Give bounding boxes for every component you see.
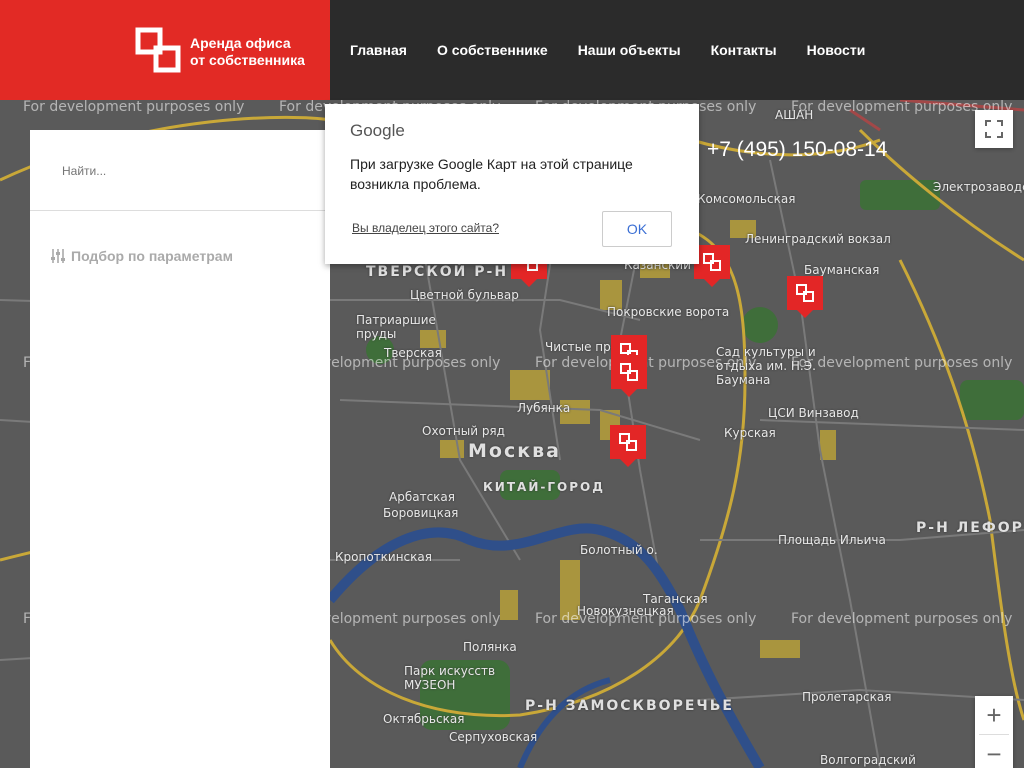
- map-label-station: Курская: [724, 426, 776, 440]
- nav-item-news[interactable]: Новости: [807, 42, 866, 58]
- filter-label: Подбор по параметрам: [71, 248, 233, 264]
- map-label-district: Р-Н ЗАМОСКВОРЕЧЬЕ: [525, 698, 734, 714]
- map-label-district: ТВЕРСКОЙ Р-Н: [366, 264, 509, 280]
- map-label-station: Электрозаводская: [933, 180, 1024, 194]
- map-label-station: Пролетарская: [802, 690, 892, 704]
- map-marker[interactable]: [694, 245, 730, 287]
- fullscreen-button[interactable]: [975, 110, 1013, 148]
- google-logo: Google: [350, 121, 405, 140]
- map-watermark: For development purposes only: [791, 611, 1013, 627]
- fullscreen-icon: [985, 120, 1003, 138]
- brand-line-1: Аренда офиса: [190, 35, 291, 51]
- ok-button[interactable]: OK: [602, 211, 672, 247]
- zoom-control: + −: [975, 696, 1013, 768]
- search-box: [30, 130, 330, 211]
- map-marker[interactable]: [611, 355, 647, 397]
- zoom-out-button[interactable]: −: [975, 735, 1013, 768]
- map-label-city: Москва: [468, 440, 561, 462]
- map-label-station: Кропоткинская: [335, 550, 432, 564]
- map-label-station: Покровские ворота: [607, 305, 730, 319]
- map-label-station: Бауманская: [804, 263, 880, 277]
- zoom-in-button[interactable]: +: [975, 696, 1013, 734]
- nav-item-owner[interactable]: О собственнике: [437, 42, 548, 58]
- nav-item-contacts[interactable]: Контакты: [711, 42, 777, 58]
- logo-icon: [620, 363, 638, 381]
- map-label-station: Арбатская: [389, 490, 455, 504]
- brand-line-2: от собственника: [190, 52, 305, 68]
- map-label-place: Сад культуры и отдыха им. Н.Э. Баумана: [716, 345, 816, 387]
- map-watermark: For development purposes only: [23, 99, 245, 115]
- map-label-place: Парк искусств МУЗЕОН: [404, 664, 496, 692]
- map-label-station: Цветной бульвар: [410, 288, 519, 302]
- map-label-station: Комсомольская: [697, 192, 796, 206]
- map-label-station: Октябрьская: [383, 712, 465, 726]
- brand[interactable]: Аренда офиса от собственника: [0, 0, 330, 100]
- map-marker[interactable]: [610, 425, 646, 467]
- google-maps-error-dialog: Google При загрузке Google Карт на этой …: [325, 104, 699, 264]
- map-label-station: Площадь Ильича: [778, 533, 886, 547]
- logo-icon: [796, 284, 814, 302]
- map-label-station: Боровицкая: [383, 506, 459, 520]
- nav-item-home[interactable]: Главная: [350, 42, 407, 58]
- map-label-place: АШАН: [775, 108, 814, 122]
- site-header: Аренда офиса от собственника Главная О с…: [0, 0, 1024, 100]
- main-nav: Главная О собственнике Наши объекты Конт…: [350, 0, 895, 100]
- phone-number[interactable]: +7 (495) 150-08-14: [707, 138, 887, 162]
- logo-icon: [135, 27, 181, 73]
- map-label-station: Новокузнецкая: [577, 604, 674, 618]
- map-marker[interactable]: [787, 276, 823, 318]
- error-message: При загрузке Google Карт на этой страниц…: [350, 156, 633, 192]
- brand-name: Аренда офиса от собственника: [190, 35, 305, 69]
- map-label-district: КИТАЙ-ГОРОД: [483, 480, 605, 494]
- logo-icon: [703, 253, 721, 271]
- map-label-place: Патриаршие пруды: [356, 313, 436, 341]
- map-label-place: ЦСИ Винзавод: [768, 406, 859, 420]
- nav-item-objects[interactable]: Наши объекты: [578, 42, 681, 58]
- map-label-station: Охотный ряд: [422, 424, 505, 438]
- map-label-station: Лубянка: [517, 401, 571, 415]
- sliders-icon: [51, 249, 65, 263]
- map-label-station: Серпуховская: [449, 730, 538, 744]
- map-label-station: Ленинградский вокзал: [745, 232, 891, 246]
- map-label-station: Тверская: [384, 346, 442, 360]
- owner-link[interactable]: Вы владелец этого сайта?: [352, 221, 499, 235]
- logo-icon: [619, 433, 637, 451]
- map-label-district: Р-Н ЛЕФОРТ: [916, 520, 1024, 536]
- map-watermark: For development purposes only: [791, 355, 1013, 371]
- map-label-station: Волгоградский: [820, 753, 916, 767]
- search-panel: Подбор по параметрам: [30, 130, 330, 768]
- search-input[interactable]: [60, 160, 304, 182]
- map-label-place: Болотный о.: [580, 543, 658, 557]
- map-label-station: Полянка: [463, 640, 517, 654]
- map-label-station: Чистые пр: [545, 340, 611, 354]
- filter-toggle[interactable]: Подбор по параметрам: [50, 248, 233, 264]
